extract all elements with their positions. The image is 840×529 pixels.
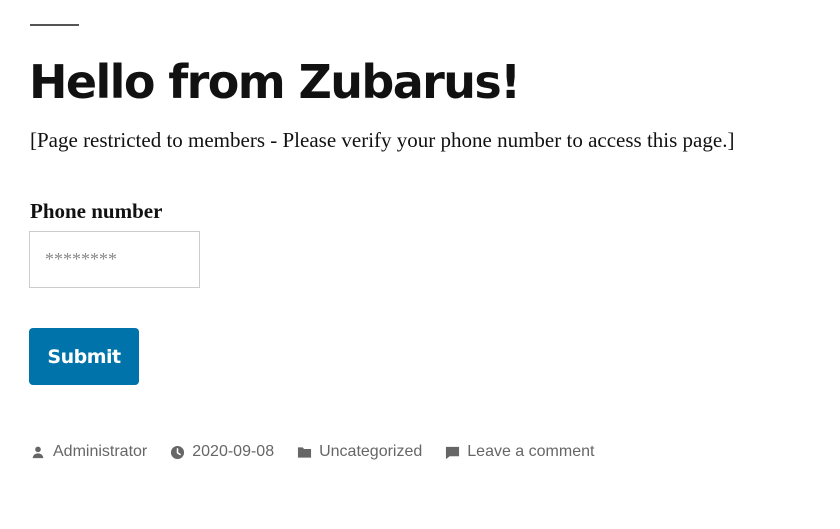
phone-number-input[interactable] xyxy=(29,231,200,288)
submit-button[interactable]: Submit xyxy=(29,328,139,385)
title-separator-rule xyxy=(30,24,79,26)
person-icon xyxy=(30,444,46,460)
folder-icon xyxy=(296,444,312,460)
category-link[interactable]: Uncategorized xyxy=(319,443,422,461)
author-link[interactable]: Administrator xyxy=(53,443,147,461)
meta-category: Uncategorized xyxy=(296,443,422,461)
clock-icon xyxy=(169,444,185,460)
restriction-notice: [Page restricted to members - Please ver… xyxy=(30,128,735,152)
leave-comment-link[interactable]: Leave a comment xyxy=(467,443,594,461)
post-meta: Administrator 2020-09-08 Uncategorized L… xyxy=(30,443,594,461)
comment-icon xyxy=(444,444,460,460)
date-link[interactable]: 2020-09-08 xyxy=(192,443,274,461)
phone-number-label: Phone number xyxy=(30,199,163,223)
meta-author: Administrator xyxy=(30,443,147,461)
meta-date: 2020-09-08 xyxy=(169,443,274,461)
meta-comments: Leave a comment xyxy=(444,443,594,461)
page-title: Hello from Zubarus! xyxy=(29,55,521,109)
